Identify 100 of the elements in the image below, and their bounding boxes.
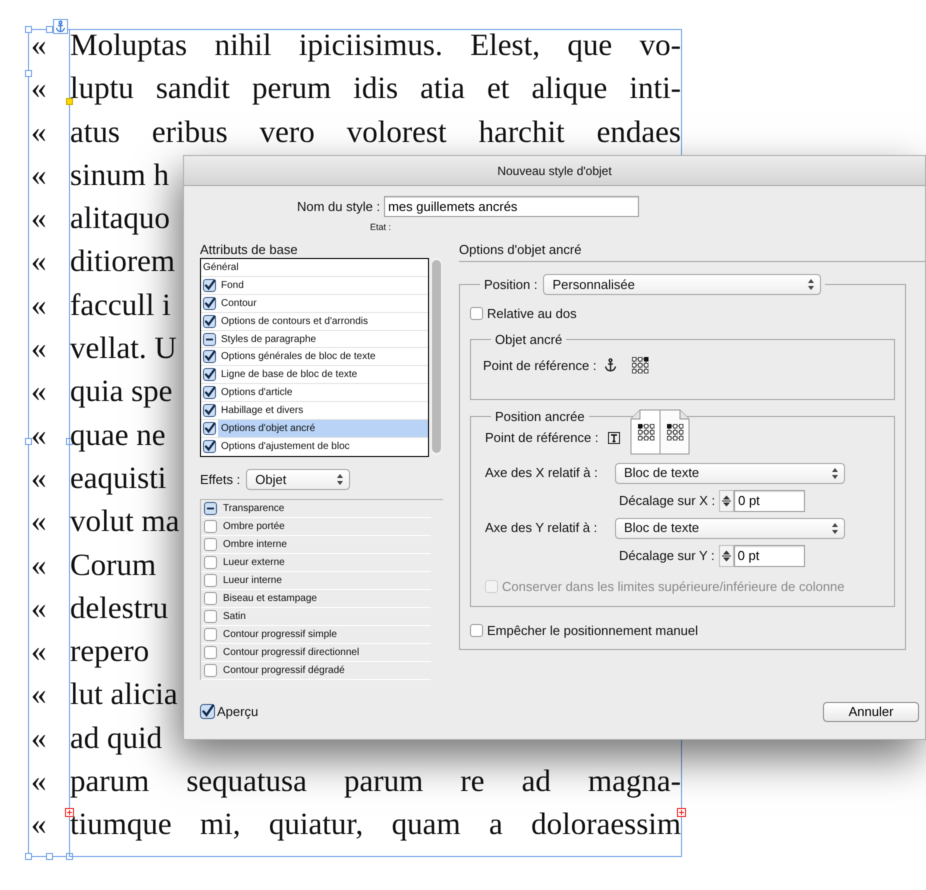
- guillemet-mark: «: [30, 458, 46, 497]
- checkbox[interactable]: [203, 422, 216, 435]
- dropdown[interactable]: Bloc de texte: [615, 518, 845, 538]
- dropdown[interactable]: Objet: [246, 468, 350, 490]
- field-label: Effets :: [200, 470, 240, 489]
- selection-handle[interactable]: [46, 26, 53, 33]
- field-label: Axe des X relatif à :: [485, 464, 599, 482]
- guillemet-mark: «: [30, 675, 46, 714]
- selection-handle[interactable]: [46, 853, 53, 860]
- guillemet-mark: «: [30, 372, 46, 410]
- checkbox[interactable]: [204, 574, 217, 587]
- text-line: delestru: [70, 588, 168, 627]
- checkbox[interactable]: [204, 628, 217, 641]
- checkbox[interactable]: [204, 520, 217, 533]
- checkbox[interactable]: [200, 704, 215, 720]
- dropdown[interactable]: Bloc de texte: [615, 462, 845, 484]
- selection-handle[interactable]: [25, 70, 32, 77]
- selection-handle[interactable]: [25, 26, 32, 33]
- checkbox[interactable]: [204, 646, 217, 659]
- guillemet-mark: «: [30, 69, 46, 108]
- text-line: lut alicia: [70, 675, 178, 714]
- list-item[interactable]: Ombre interne: [223, 536, 287, 552]
- text-line: faccull i: [70, 286, 171, 324]
- cancel-button[interactable]: Annuler: [823, 702, 919, 722]
- list-item[interactable]: Options générales de bloc de texte: [218, 348, 428, 366]
- list-item[interactable]: Contour progressif directionnel: [223, 644, 360, 660]
- checkbox[interactable]: [203, 314, 216, 328]
- page-spread-icon[interactable]: [630, 408, 690, 454]
- updown-arrows-icon: [808, 278, 814, 291]
- updown-arrows-icon: [722, 494, 732, 506]
- list-item[interactable]: Options d'ajustement de bloc: [218, 438, 428, 456]
- guillemet-mark: «: [30, 242, 46, 280]
- checkbox[interactable]: [203, 296, 216, 310]
- guillemet-mark: «: [30, 502, 46, 540]
- list-item[interactable]: Satin: [223, 608, 246, 624]
- guillemet-mark: «: [30, 416, 46, 454]
- checkbox[interactable]: [204, 502, 217, 515]
- guillemet-mark: «: [30, 762, 46, 800]
- checkbox[interactable]: [203, 440, 216, 454]
- list-item[interactable]: Fond: [218, 276, 428, 294]
- checkbox[interactable]: [203, 368, 216, 382]
- list-item[interactable]: Ombre portée: [223, 518, 285, 534]
- selection-handle[interactable]: [25, 853, 32, 860]
- stepper[interactable]: [718, 544, 734, 566]
- text-line: repero: [70, 632, 150, 670]
- text-line: sinum h: [70, 156, 170, 194]
- text-frame-icon[interactable]: [608, 432, 620, 444]
- stepper[interactable]: [719, 490, 734, 512]
- checkbox[interactable]: [203, 350, 216, 364]
- updown-arrows-icon: [832, 522, 838, 534]
- checkbox[interactable]: [204, 556, 217, 569]
- guillemet-mark: «: [30, 718, 46, 757]
- dropdown[interactable]: Personnalisée: [543, 274, 822, 295]
- text-line: vellat. U: [70, 329, 177, 368]
- list-item[interactable]: Options de contours et d'arrondis: [218, 312, 428, 330]
- checkbox[interactable]: [470, 624, 483, 638]
- checkbox[interactable]: [204, 664, 217, 677]
- guillemet-mark: «: [30, 26, 46, 64]
- group-title: Position ancrée: [495, 408, 585, 424]
- checkbox[interactable]: [203, 404, 216, 418]
- guillemet-mark: «: [30, 199, 46, 238]
- checkbox[interactable]: [204, 592, 217, 605]
- list-item[interactable]: Contour: [218, 294, 428, 312]
- checkbox[interactable]: [204, 538, 217, 551]
- list-item[interactable]: Options d'objet ancré: [218, 420, 428, 437]
- style-name-field[interactable]: mes guillemets ancrés: [384, 196, 640, 217]
- field-label: Axe des Y relatif à :: [485, 519, 598, 538]
- field-label: Décalage sur Y :: [619, 546, 715, 565]
- field-label: Décalage sur X :: [619, 492, 716, 510]
- anchor-icon[interactable]: [53, 19, 68, 34]
- checkbox-label: Aperçu: [217, 703, 258, 722]
- checkbox[interactable]: [203, 278, 216, 292]
- list-item[interactable]: Habillage et divers: [218, 402, 428, 420]
- guillemet-mark: «: [30, 632, 46, 670]
- list-item[interactable]: Ligne de base de bloc de texte: [218, 366, 428, 384]
- checkbox[interactable]: [204, 610, 217, 623]
- list-item[interactable]: Biseau et estampage: [223, 590, 317, 606]
- list-item[interactable]: Contour progressif simple: [223, 626, 337, 642]
- state-label: Etat :: [370, 222, 392, 232]
- list-header: Général: [202, 260, 240, 275]
- checkbox[interactable]: [470, 307, 483, 320]
- guillemet-mark: «: [30, 805, 46, 844]
- checkbox-label: Empêcher le positionnement manuel: [487, 622, 698, 640]
- text-line: quia spe: [70, 372, 172, 410]
- offset-field[interactable]: 0 pt: [734, 490, 806, 512]
- list-item[interactable]: Options d'article: [218, 384, 428, 402]
- text-line: eaquisti: [70, 458, 166, 497]
- list-item[interactable]: Styles de paragraphe: [218, 330, 428, 348]
- guillemet-mark: «: [30, 286, 46, 324]
- reference-point-icon[interactable]: [631, 356, 650, 374]
- selection-handle[interactable]: [25, 438, 32, 445]
- list-item[interactable]: Contour progressif dégradé: [223, 662, 345, 678]
- window-title: Nouveau style d'objet: [497, 163, 612, 180]
- checkbox[interactable]: [203, 332, 216, 346]
- checkbox[interactable]: [203, 386, 216, 400]
- offset-field[interactable]: 0 pt: [734, 544, 805, 566]
- list-item[interactable]: Lueur interne: [223, 572, 282, 588]
- list-item[interactable]: Transparence: [223, 500, 284, 516]
- list-item[interactable]: Lueur externe: [223, 554, 285, 570]
- field-label: Nom du style :: [297, 198, 380, 216]
